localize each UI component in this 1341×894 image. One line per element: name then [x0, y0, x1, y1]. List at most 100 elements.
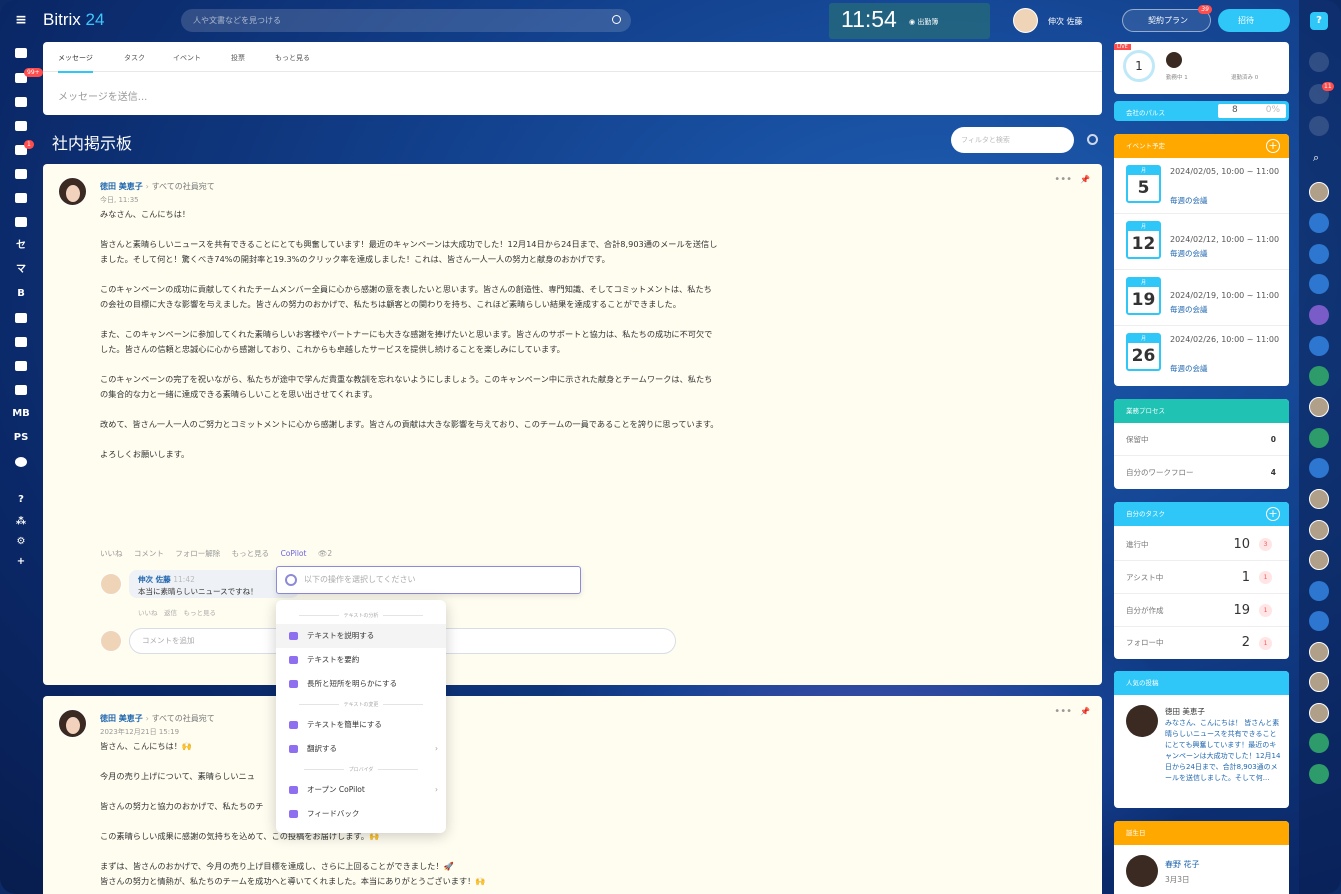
nav-item-mb[interactable]: MB [12, 406, 30, 422]
contact-avatar[interactable] [1309, 489, 1329, 509]
lock-icon[interactable] [1309, 244, 1329, 264]
menu-item-translate[interactable]: 翻訳する › [276, 737, 446, 761]
menu-icon[interactable]: ≡ [12, 12, 30, 28]
add-event-icon[interactable]: + [1266, 139, 1280, 153]
structure-icon[interactable]: ⁂ [12, 514, 30, 530]
add-task-icon[interactable]: + [1266, 507, 1280, 521]
event-title[interactable]: 毎週の会議 [1170, 248, 1208, 259]
post-destination[interactable]: すべての社員宛て [152, 182, 215, 191]
post-destination[interactable]: すべての社員宛て [152, 714, 215, 723]
more-icon[interactable] [12, 454, 30, 470]
video-icon[interactable] [1309, 458, 1329, 478]
task-chat-icon[interactable] [1309, 305, 1329, 325]
gear-icon[interactable] [1087, 134, 1098, 145]
crm-icon[interactable] [12, 214, 30, 230]
nav-item-ma[interactable]: マ [12, 262, 30, 278]
help-icon[interactable]: ? [12, 492, 30, 508]
menu-item-explain[interactable]: テキストを説明する [276, 624, 446, 648]
menu-item-summarize[interactable]: テキストを要約 [276, 648, 446, 672]
task-row[interactable]: アシスト中 1 1 [1114, 561, 1289, 594]
birthday-name[interactable]: 春野 花子 [1165, 859, 1200, 870]
commenter-avatar[interactable] [100, 573, 122, 595]
attendance-widget[interactable]: LIVE 1 勤務中 1 退勤済み 0 [1114, 42, 1289, 94]
unfollow-button[interactable]: フォロー解除 [175, 549, 220, 558]
pin-icon[interactable]: 📌 [1080, 175, 1090, 184]
tab-poll[interactable]: 投票 [231, 53, 245, 63]
task-row[interactable]: フォロー中 2 1 [1114, 627, 1289, 659]
copilot-button[interactable]: CoPilot [281, 549, 307, 558]
menu-item-pros-cons[interactable]: 長所と短所を明らかにする [276, 672, 446, 696]
message-input[interactable]: メッセージを送信... [58, 88, 147, 103]
feed-icon[interactable] [12, 45, 30, 61]
team-chat-icon[interactable] [1309, 733, 1329, 753]
chat-icon[interactable] [12, 118, 30, 134]
tab-message[interactable]: メッセージ [58, 53, 93, 73]
event-item[interactable]: 月 12 2024/02/12, 10:00 ~ 11:00 毎週の会議 [1114, 214, 1289, 270]
document-icon[interactable] [12, 334, 30, 350]
board-chat-icon[interactable] [1309, 428, 1329, 448]
event-item[interactable]: 月 26 2024/02/26, 10:00 ~ 11:00 毎週の会議 [1114, 326, 1289, 382]
plan-button[interactable]: 契約プラン 39 [1122, 5, 1212, 32]
tab-task[interactable]: タスク [124, 53, 145, 63]
nav-item-ps[interactable]: PS [12, 430, 30, 446]
contact-avatar[interactable] [1309, 581, 1329, 601]
pin-icon[interactable]: 📌 [1080, 707, 1090, 716]
menu-item-feedback[interactable]: フィードバック [276, 802, 446, 826]
settings-icon[interactable]: ⚙ [12, 534, 30, 550]
search-icon[interactable]: ⌕ [1313, 151, 1319, 165]
post-menu-icon[interactable]: ••• [1054, 706, 1072, 717]
copilot-input[interactable]: 以下の操作を選択してください [276, 566, 581, 594]
logo[interactable]: Bitrix 24 [43, 10, 104, 30]
like-button[interactable]: いいね [100, 549, 123, 558]
menu-item-open-copilot[interactable]: オープン CoPilot › [276, 778, 446, 802]
nav-item-se[interactable]: セ [12, 238, 30, 254]
post-author[interactable]: 徳田 美恵子 › すべての社員宛て [100, 181, 215, 192]
more-button[interactable]: もっと見る [232, 549, 270, 558]
nav-item-b[interactable]: B [12, 286, 30, 302]
contact-avatar[interactable] [1309, 182, 1329, 202]
author-avatar[interactable] [58, 177, 87, 206]
tab-more[interactable]: もっと見る [275, 53, 310, 63]
event-title[interactable]: 毎週の会議 [1170, 195, 1208, 206]
event-title[interactable]: 毎週の会議 [1170, 304, 1208, 315]
help-button[interactable]: ? [1310, 12, 1328, 30]
invite-button[interactable]: 招待 [1218, 9, 1290, 32]
contact-avatar[interactable] [1309, 703, 1329, 723]
post-menu-icon[interactable]: ••• [1054, 174, 1072, 185]
comment-author[interactable]: 伸次 佐藤 11:42 [138, 574, 195, 585]
company-icon[interactable] [12, 310, 30, 326]
team-chat-icon[interactable] [1309, 366, 1329, 386]
user-chat-icon[interactable] [1309, 336, 1329, 356]
event-item[interactable]: 月 19 2024/02/19, 10:00 ~ 11:00 毎週の会議 [1114, 270, 1289, 326]
lock-icon[interactable] [1309, 274, 1329, 294]
event-title[interactable]: 毎週の会議 [1170, 363, 1208, 374]
drive-icon[interactable] [12, 94, 30, 110]
menu-item-simplify[interactable]: テキストを簡単にする [276, 713, 446, 737]
sign-icon[interactable] [12, 358, 30, 374]
chat-rail-icon[interactable] [1309, 116, 1329, 136]
employees-icon[interactable] [12, 190, 30, 206]
board-chat-icon[interactable] [1309, 764, 1329, 784]
tab-event[interactable]: イベント [173, 53, 201, 63]
contact-avatar[interactable] [1309, 611, 1329, 631]
robot-icon[interactable] [12, 382, 30, 398]
popular-text[interactable]: みなさん、こんにちは！ 皆さんと素晴らしいニュースを共有できることにとても興奮し… [1165, 718, 1283, 784]
event-item[interactable]: 月 5 2024/02/05, 10:00 ~ 11:00 毎週の会議 [1114, 158, 1289, 214]
contact-avatar[interactable] [1309, 672, 1329, 692]
contact-avatar[interactable] [1309, 642, 1329, 662]
process-row[interactable]: 自分のワークフロー 4 [1114, 456, 1289, 489]
filter-icon[interactable] [12, 166, 30, 182]
video-icon[interactable] [1309, 520, 1329, 540]
copilot-rail-icon[interactable] [1309, 52, 1329, 72]
clock-widget[interactable]: 11:54 ◉ 出勤簿 [829, 3, 990, 39]
comment-button[interactable]: コメント [134, 549, 164, 558]
calendar-chat-icon[interactable] [1309, 397, 1329, 417]
filter-search-input[interactable]: フィルタと検索 [951, 127, 1074, 153]
task-row[interactable]: 進行中 10 3 [1114, 528, 1289, 561]
contact-avatar[interactable] [1309, 550, 1329, 570]
comment-actions[interactable]: いいね 返信 もっと見る [138, 607, 216, 617]
pulse-widget[interactable]: 会社のパルス 8 0% [1114, 101, 1289, 121]
add-icon[interactable]: + [12, 554, 30, 570]
group-chat-icon[interactable] [1309, 213, 1329, 233]
post-author[interactable]: 徳田 美恵子 › すべての社員宛て [100, 713, 215, 724]
